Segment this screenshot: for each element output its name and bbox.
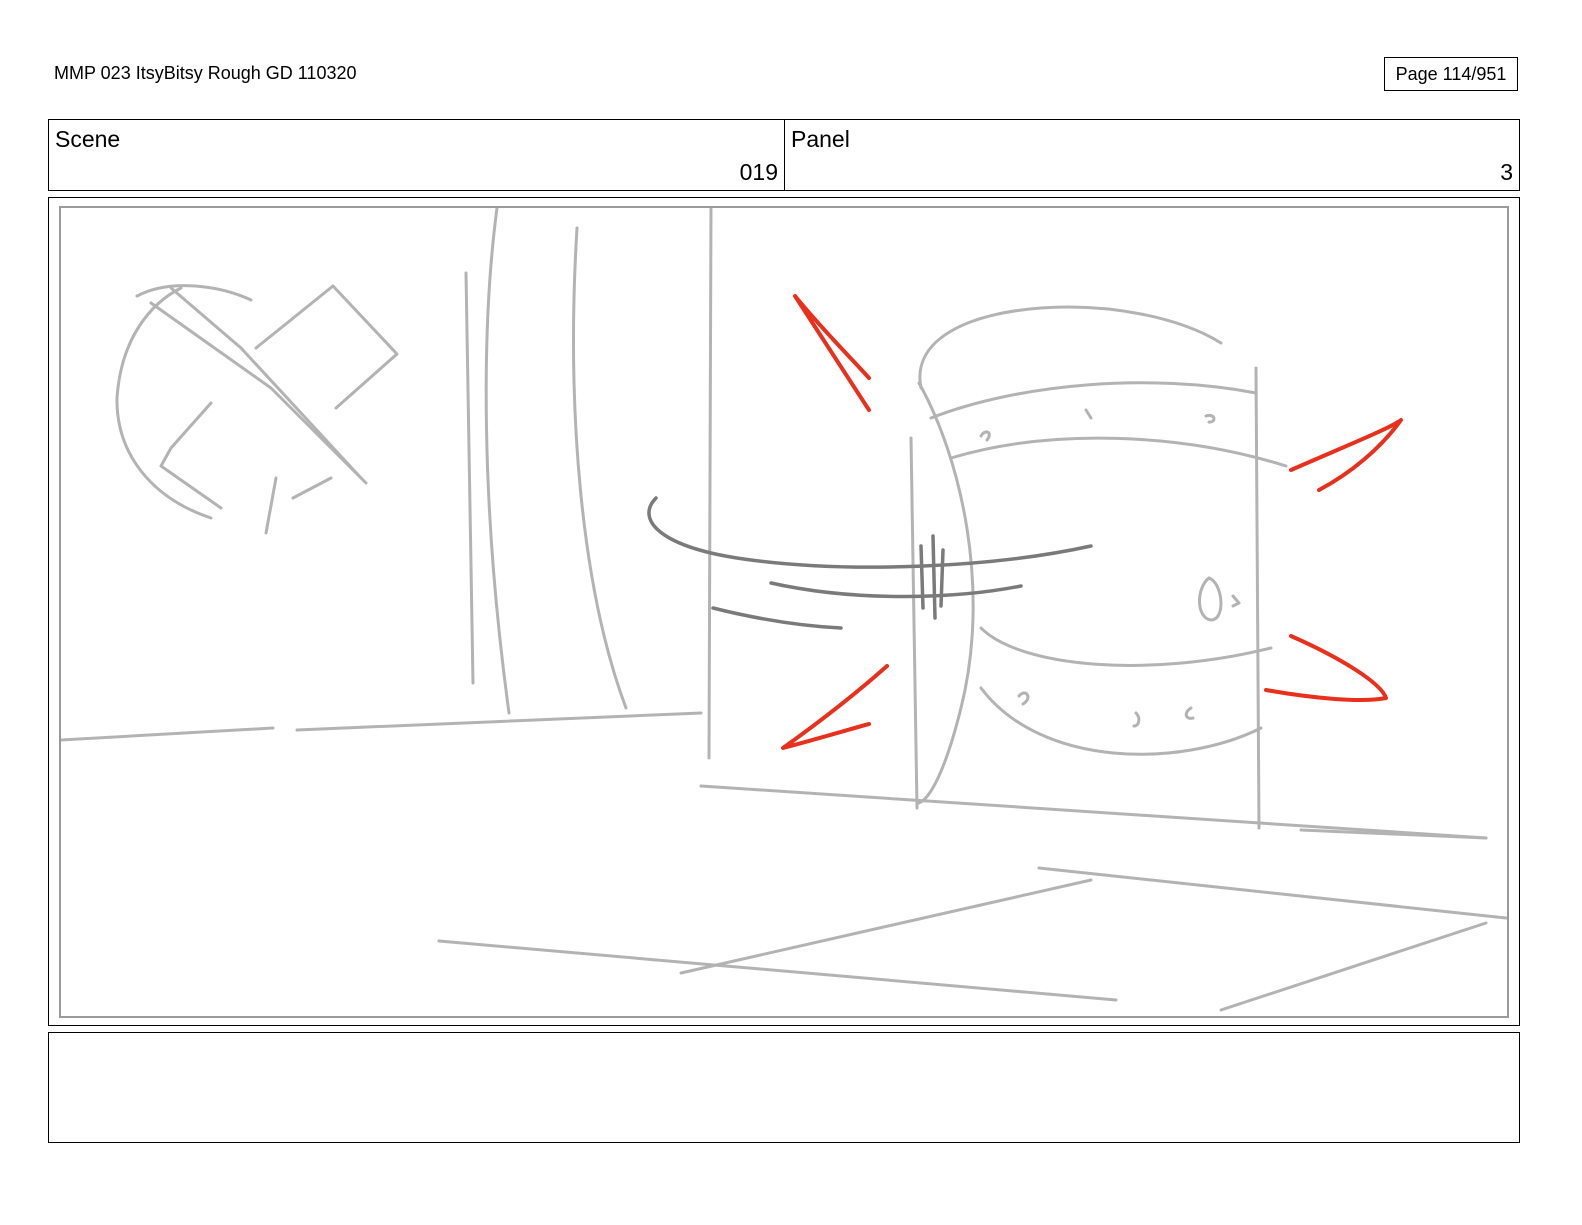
scene-label: Scene	[55, 126, 121, 152]
sketch-drawing	[61, 208, 1507, 1012]
storyboard-image	[59, 206, 1509, 1018]
document-title: MMP 023 ItsyBitsy Rough GD 110320	[54, 63, 357, 83]
panel-number: 3	[1500, 159, 1513, 185]
storyboard-frame	[48, 197, 1520, 1026]
page-number-label: Page 114/951	[1395, 63, 1507, 84]
barrel-sketch	[909, 305, 1488, 840]
scene-number: 019	[739, 159, 778, 185]
notes-box	[48, 1032, 1520, 1143]
panel-label: Panel	[791, 126, 850, 152]
scene-panel-row: Scene 019 Panel 3	[48, 119, 1520, 191]
speed-lines	[647, 496, 1093, 630]
scene-cell: Scene 019	[49, 120, 785, 190]
wall-edge-lines	[61, 208, 713, 760]
page-number-box: Page 114/951	[1384, 57, 1518, 91]
wall-emblem-sketch	[115, 284, 399, 535]
panel-cell: Panel 3	[785, 120, 1519, 190]
impact-marks	[781, 294, 1403, 750]
floor-lines	[437, 784, 1507, 1012]
